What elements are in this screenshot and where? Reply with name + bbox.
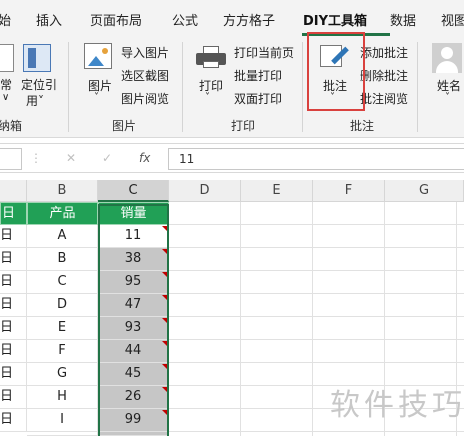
print-current-page-button[interactable]: 打印当前页 [234, 44, 294, 61]
tab-page-layout[interactable]: 页面布局 [90, 10, 142, 29]
cell-a[interactable]: 日 [0, 363, 27, 386]
column-header-e[interactable]: E [241, 180, 313, 202]
picture-button[interactable]: 图片 [88, 77, 112, 94]
cell-a[interactable]: 日 [0, 386, 27, 409]
batch-print-button[interactable]: 批量打印 [234, 67, 282, 84]
tab-data[interactable]: 数据 [390, 10, 416, 29]
cell-product[interactable]: A [27, 225, 98, 248]
cell-product[interactable]: E [27, 317, 98, 340]
cell-a[interactable]: 日 [0, 248, 27, 271]
group-divider [302, 42, 303, 132]
cell-product[interactable]: D [27, 294, 98, 317]
cell-a[interactable]: 日 [0, 294, 27, 317]
print-button[interactable]: 打印 [199, 77, 223, 94]
cancel-icon[interactable]: ✕ [66, 151, 76, 165]
tab-start[interactable]: 始 [0, 10, 11, 29]
cell-a[interactable]: 日 [0, 409, 27, 432]
tab-formulas[interactable]: 公式 [172, 10, 198, 29]
column-header-a[interactable] [0, 180, 27, 202]
dots-icon: ⋮ [30, 151, 42, 165]
person-icon [432, 43, 462, 73]
group-label-print: 打印 [231, 119, 256, 133]
formula-input[interactable]: 11 [168, 148, 464, 170]
duplex-print-button[interactable]: 双面打印 [234, 90, 282, 107]
header-product[interactable]: 产品 [27, 202, 98, 225]
import-picture-button[interactable]: 导入图片 [121, 44, 169, 61]
printer-icon [196, 46, 226, 68]
locate-quote-button[interactable]: 定位引 [21, 76, 57, 93]
group-divider [417, 42, 418, 132]
name-box[interactable] [0, 148, 22, 170]
partial-left-caret: ∨ [2, 92, 10, 103]
locate-quote-icon [23, 44, 51, 72]
delete-comment-button[interactable]: 删除批注 [360, 67, 408, 84]
partial-left-label[interactable]: 常 [0, 76, 12, 93]
partial-left-icon [0, 44, 14, 72]
cell-product[interactable]: H [27, 386, 98, 409]
cell-product[interactable]: G [27, 363, 98, 386]
cell-a[interactable]: 日 [0, 317, 27, 340]
picture-caret: ˅ [94, 92, 99, 103]
group-divider [182, 42, 183, 132]
cell-product[interactable]: J [27, 432, 98, 436]
tab-diy-toolbox[interactable]: DIY工具箱 [303, 10, 367, 29]
print-caret: ˅ [205, 92, 210, 103]
confirm-icon[interactable]: ✓ [102, 151, 112, 165]
cell-a[interactable]: 日 [0, 225, 27, 248]
watermark: 软件技巧 [330, 388, 464, 423]
group-label-picture: 图片 [112, 119, 137, 133]
column-header-b[interactable]: B [27, 180, 98, 202]
comment-view-button[interactable]: 批注阅览 [360, 90, 408, 107]
group-label-left: 纳箱 [0, 119, 23, 133]
cell-product[interactable]: I [27, 409, 98, 432]
column-header-d[interactable]: D [169, 180, 241, 202]
ribbon: 常 ∨ 定位引 用˅ 纳箱 图片 ˅ 导入图片 选区截图 图片阅览 图片 打印 … [0, 38, 464, 138]
cell-product[interactable]: F [27, 340, 98, 363]
selection-border [98, 204, 169, 436]
comment-button-highlight [307, 32, 365, 111]
tab-fangfang[interactable]: 方方格子 [223, 10, 275, 29]
fx-icon[interactable]: fx [139, 151, 150, 165]
group-label-comment: 批注 [350, 119, 375, 133]
cell-a-header[interactable]: 日 [0, 202, 27, 225]
group-divider [68, 42, 69, 132]
cell-a[interactable]: 日 [0, 271, 27, 294]
picture-view-button[interactable]: 图片阅览 [121, 90, 169, 107]
column-header-f[interactable]: F [313, 180, 385, 202]
locate-quote-line2: 用˅ [26, 94, 45, 108]
region-screenshot-button[interactable]: 选区截图 [121, 67, 169, 84]
tab-insert[interactable]: 插入 [36, 10, 62, 29]
column-header-g[interactable]: G [385, 180, 464, 202]
formula-bar: ⋮ ✕ ✓ fx 11 [0, 143, 464, 173]
cell-product[interactable]: C [27, 271, 98, 294]
ribbon-tabs: 始 插入 页面布局 公式 方方格子 DIY工具箱 数据 视图 [0, 0, 464, 38]
add-comment-button[interactable]: 添加批注 [360, 44, 408, 61]
column-header-c[interactable]: C [98, 180, 169, 202]
picture-icon [84, 43, 112, 69]
name-caret: ˅ [445, 92, 450, 103]
cell-product[interactable]: B [27, 248, 98, 271]
cell-a[interactable]: 日 [0, 340, 27, 363]
tab-view[interactable]: 视图 [441, 10, 464, 29]
